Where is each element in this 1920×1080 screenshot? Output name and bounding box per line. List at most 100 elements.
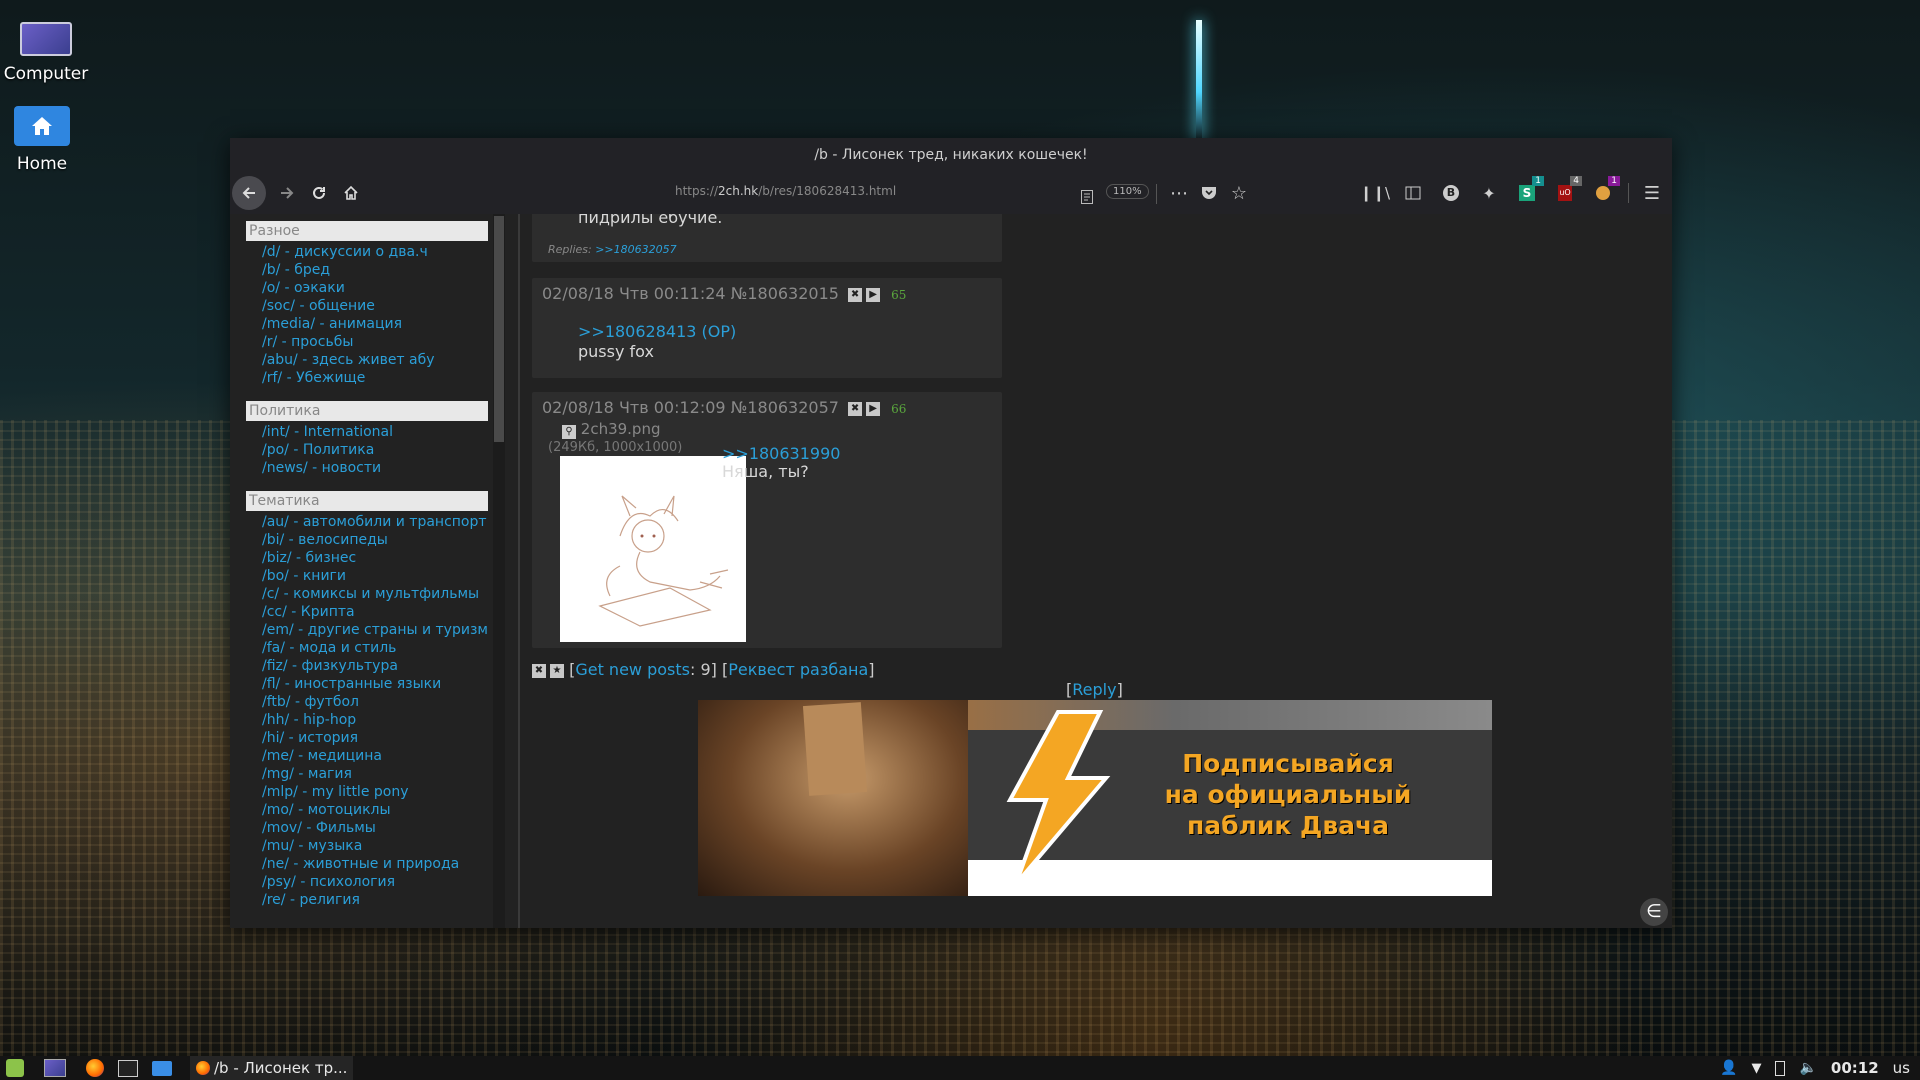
board-link[interactable]: /bi/ - велосипеды bbox=[262, 531, 488, 549]
board-link[interactable]: /hh/ - hip-hop bbox=[262, 711, 488, 729]
board-link[interactable]: /au/ - автомобили и транспорт bbox=[262, 513, 488, 531]
desktop-icon-label: Computer bbox=[3, 64, 89, 84]
boards-sidebar: Разное/d/ - дискуссии о два.ч/b/ - бред /… bbox=[230, 214, 493, 928]
launcher-terminal[interactable] bbox=[118, 1059, 138, 1077]
board-link[interactable]: /mov/ - Фильмы bbox=[262, 819, 488, 837]
launcher-firefox[interactable] bbox=[86, 1059, 104, 1077]
wifi-icon[interactable]: ▼ bbox=[1751, 1061, 1761, 1076]
sidebar-scrollbar-thumb[interactable] bbox=[494, 216, 504, 442]
promo-banner[interactable]: Подписывайся на официальный паблик Двача bbox=[698, 700, 1492, 896]
clock[interactable]: 00:12 bbox=[1831, 1059, 1879, 1077]
board-link[interactable]: /ne/ - животные и природа bbox=[262, 855, 488, 873]
board-link[interactable]: /media/ - анимация bbox=[262, 315, 488, 333]
board-link[interactable]: /o/ - оэкаки bbox=[262, 279, 488, 297]
reply-link[interactable]: Reply bbox=[1072, 680, 1116, 699]
forward-button[interactable] bbox=[272, 178, 302, 208]
home-icon bbox=[344, 185, 358, 200]
post: 02/08/18 Чтв 00:12:09 №180632057 ✖ ▶ 66 ⚲… bbox=[532, 392, 1002, 648]
board-link[interactable]: /fa/ - мода и стиль bbox=[262, 639, 488, 657]
board-link[interactable]: /em/ - другие страны и туризм bbox=[262, 621, 488, 639]
extension-badge: 1 bbox=[1532, 176, 1544, 186]
post-menu-button[interactable]: ▶ bbox=[866, 287, 881, 302]
banner-line-2: на официальный bbox=[1164, 780, 1412, 809]
board-link[interactable]: /soc/ - общение bbox=[262, 297, 488, 315]
board-link[interactable]: /bo/ - книги bbox=[262, 567, 488, 585]
reload-button[interactable] bbox=[304, 178, 334, 208]
reader-view-button[interactable] bbox=[1072, 182, 1102, 212]
hide-post-button[interactable]: ✖ bbox=[848, 401, 863, 416]
main-menu-button[interactable]: ☰ bbox=[1637, 178, 1667, 208]
file-name[interactable]: 2ch39.png bbox=[581, 420, 661, 438]
board-link[interactable]: /fl/ - иностранные языки bbox=[262, 675, 488, 693]
board-link[interactable]: /mo/ - мотоциклы bbox=[262, 801, 488, 819]
page-actions-button[interactable]: ⋯ bbox=[1164, 178, 1194, 208]
zoom-indicator[interactable]: 110% bbox=[1106, 184, 1149, 199]
post-ordinal: 65 bbox=[891, 288, 907, 302]
pocket-button[interactable] bbox=[1194, 178, 1224, 208]
post-quote-link[interactable]: >>180628413 (OP) bbox=[578, 322, 736, 341]
banner-line-1: Подписывайся bbox=[1182, 749, 1394, 778]
board-link[interactable]: /r/ - просьбы bbox=[262, 333, 488, 351]
board-link[interactable]: /ftb/ - футбол bbox=[262, 693, 488, 711]
board-link[interactable]: /fiz/ - физкультура bbox=[262, 657, 488, 675]
extension-b-button[interactable]: B bbox=[1436, 178, 1466, 208]
user-icon[interactable]: 👤 bbox=[1720, 1060, 1737, 1076]
bookmark-star-button[interactable]: ☆ bbox=[1224, 178, 1254, 208]
banner-caption: Подписывайся на официальный паблик Двача bbox=[1138, 748, 1438, 841]
extension-s-button[interactable]: S 1 bbox=[1512, 176, 1544, 208]
address-bar[interactable]: https://2ch.hk/b/res/180628413.html bbox=[675, 184, 896, 198]
file-meta: (249Кб, 1000x1000) bbox=[548, 440, 683, 455]
desktop-icon-computer[interactable]: Computer bbox=[0, 8, 96, 84]
board-link[interactable]: /psy/ - психология bbox=[262, 873, 488, 891]
firefox-icon bbox=[86, 1059, 104, 1077]
target-icon: ✦ bbox=[1482, 183, 1496, 203]
board-link[interactable]: /mu/ - музыка bbox=[262, 837, 488, 855]
board-link[interactable]: /news/ - новости bbox=[262, 459, 488, 477]
task-firefox-window[interactable]: /b - Лисонек тр... bbox=[190, 1056, 354, 1080]
board-link[interactable]: /mlp/ - my little pony bbox=[262, 783, 488, 801]
launcher-files[interactable] bbox=[152, 1060, 172, 1076]
favorite-thread-button[interactable]: ★ bbox=[550, 663, 564, 678]
volume-icon[interactable]: 🔈 bbox=[1799, 1060, 1816, 1076]
post-quote-link[interactable]: >>180631990 bbox=[722, 444, 840, 463]
home-button[interactable] bbox=[336, 178, 366, 208]
keyboard-layout[interactable]: us bbox=[1893, 1059, 1910, 1077]
board-link[interactable]: /c/ - комиксы и мультфильмы bbox=[262, 585, 488, 603]
board-link[interactable]: /abu/ - здесь живет абу bbox=[262, 351, 488, 369]
file-info: ⚲ 2ch39.png bbox=[562, 420, 660, 439]
board-link[interactable]: /biz/ - бизнес bbox=[262, 549, 488, 567]
extension-badge: 1 bbox=[1608, 176, 1620, 186]
board-link[interactable]: /b/ - бред bbox=[262, 261, 488, 279]
post-menu-button[interactable]: ▶ bbox=[866, 401, 881, 416]
desktop-icon-home[interactable]: Home bbox=[0, 100, 92, 174]
window-titlebar[interactable]: /b - Лисонек тред, никаких кошечек! bbox=[230, 138, 1672, 172]
board-link[interactable]: /mg/ - магия bbox=[262, 765, 488, 783]
reply-link[interactable]: >>180632057 bbox=[595, 243, 676, 256]
unban-request-link[interactable]: Реквест разбана bbox=[728, 660, 868, 679]
board-link[interactable]: /cc/ - Крипта bbox=[262, 603, 488, 621]
ublock-button[interactable]: uO 4 bbox=[1550, 176, 1582, 208]
extension-avatar-button[interactable]: 1 bbox=[1588, 176, 1620, 208]
board-link[interactable]: /me/ - медицина bbox=[262, 747, 488, 765]
start-menu-button[interactable] bbox=[6, 1059, 24, 1077]
show-desktop-button[interactable] bbox=[44, 1059, 66, 1077]
floating-app-icon[interactable]: ∈ bbox=[1640, 898, 1668, 926]
magnifier-icon[interactable]: ⚲ bbox=[562, 425, 576, 439]
board-link[interactable]: /hi/ - история bbox=[262, 729, 488, 747]
more-dots-icon: ⋯ bbox=[1170, 182, 1188, 204]
back-button[interactable] bbox=[232, 176, 266, 210]
hide-post-button[interactable]: ✖ bbox=[848, 287, 863, 302]
hide-thread-button[interactable]: ✖ bbox=[532, 663, 546, 678]
board-link[interactable]: /po/ - Политика bbox=[262, 441, 488, 459]
post-image-thumbnail[interactable] bbox=[560, 456, 746, 642]
post-body: Няша, ты? bbox=[722, 462, 809, 481]
board-link[interactable]: /rf/ - Убежище bbox=[262, 369, 488, 387]
board-link[interactable]: /int/ - International bbox=[262, 423, 488, 441]
board-link[interactable]: /re/ - религия bbox=[262, 891, 488, 909]
battery-icon[interactable] bbox=[1775, 1060, 1786, 1076]
extension-target-button[interactable]: ✦ bbox=[1474, 178, 1504, 208]
library-button[interactable]: ❙❙\ bbox=[1360, 178, 1390, 208]
sidebar-toggle-button[interactable] bbox=[1398, 178, 1428, 208]
board-link[interactable]: /d/ - дискуссии о два.ч bbox=[262, 243, 488, 261]
get-new-posts-link[interactable]: Get new posts bbox=[575, 660, 690, 679]
